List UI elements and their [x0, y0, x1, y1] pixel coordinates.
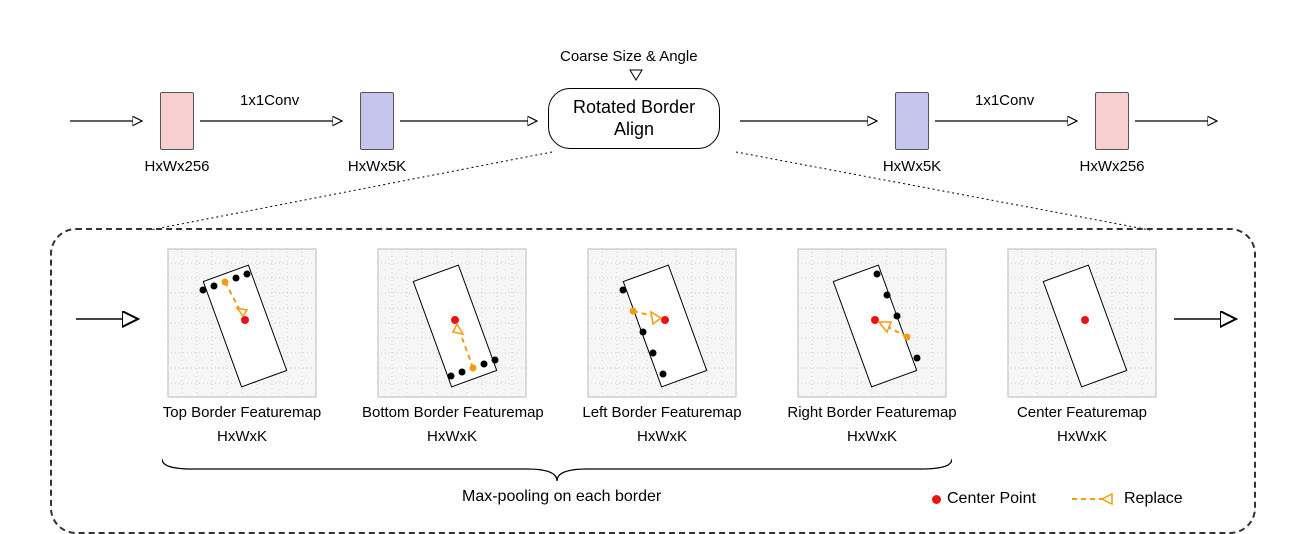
tile1-title: Top Border Featuremap	[152, 404, 332, 422]
legend-replace: Replace	[1072, 490, 1183, 508]
tile2-title: Bottom Border Featuremap	[362, 404, 542, 422]
tile-left-svg	[587, 248, 737, 398]
exp-arrow-in	[76, 310, 146, 328]
diagram-stage: HxWx256 1x1Conv HxWx5K Coarse Size & Ang…	[30, 30, 1276, 504]
tile-center: Center Featuremap HxWxK	[992, 248, 1172, 446]
tile1-dim: HxWxK	[152, 428, 332, 446]
tile-bottom-svg	[377, 248, 527, 398]
tile2-dim: HxWxK	[362, 428, 542, 446]
exp-arrow-out	[1174, 310, 1244, 328]
tile4-title: Right Border Featuremap	[782, 404, 962, 422]
tile-center-svg	[1007, 248, 1157, 398]
tile5-dim: HxWxK	[992, 428, 1172, 446]
replace-arrow-icon	[1072, 492, 1118, 506]
tile4-dim: HxWxK	[782, 428, 962, 446]
tile3-dim: HxWxK	[572, 428, 752, 446]
tile-right-border: Right Border Featuremap HxWxK	[782, 248, 962, 446]
expansion-box: Top Border Featuremap HxWxK Bottom Borde…	[50, 228, 1256, 534]
tile-left-border: Left Border Featuremap HxWxK	[572, 248, 752, 446]
legend-center-text: Center Point	[947, 490, 1036, 508]
tile-right-svg	[797, 248, 947, 398]
tile-top-border: Top Border Featuremap HxWxK	[152, 248, 332, 446]
legend-center-point: Center Point	[932, 490, 1036, 508]
tile-bottom-border: Bottom Border Featuremap HxWxK	[362, 248, 542, 446]
maxpool-label: Max-pooling on each border	[462, 488, 661, 506]
tile3-title: Left Border Featuremap	[572, 404, 752, 422]
legend-replace-text: Replace	[1124, 490, 1183, 508]
brace-icon	[162, 455, 952, 485]
tile5-title: Center Featuremap	[992, 404, 1172, 422]
tile-top-svg	[167, 248, 317, 398]
red-dot-icon	[932, 495, 941, 504]
